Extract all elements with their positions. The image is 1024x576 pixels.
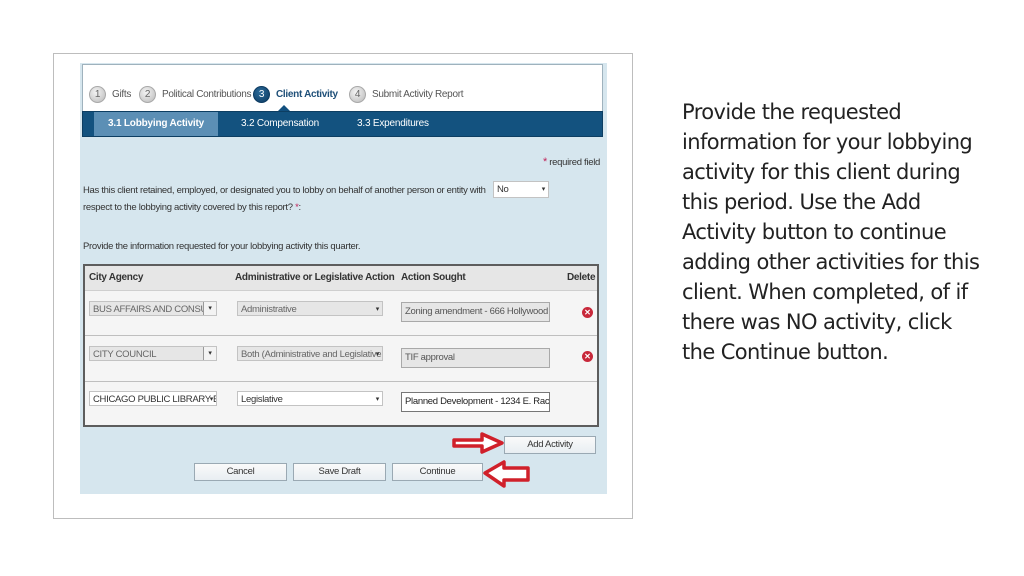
arrow-right-icon [452,432,504,454]
representation-select[interactable]: No ▾ [493,181,549,198]
step-number: 3 [253,86,270,103]
header-delete: Delete [567,272,596,283]
city-agency-select[interactable]: BUS AFFAIRS AND CONSUME ▾ [89,301,217,316]
city-agency-value: CITY COUNCIL [93,349,157,360]
instruction-paragraph: Provide the requested information for yo… [682,100,980,364]
representation-question: Has this client retained, employed, or d… [83,182,493,216]
table-header: City Agency Administrative or Legislativ… [85,266,597,291]
subtab-compensation[interactable]: 3.2 Compensation [227,112,333,136]
step-label: Client Activity [276,89,338,100]
subtab-expenditures[interactable]: 3.3 Expenditures [343,112,443,136]
chevron-down-icon: ▾ [203,347,216,360]
table-row: CHICAGO PUBLIC LIBRARY B( ▾ Legislative … [85,382,597,427]
question-suffix: : [298,202,302,213]
lobbying-activity-table: City Agency Administrative or Legislativ… [83,264,599,427]
step-label: Gifts [112,89,132,100]
step-client-activity[interactable]: 3 Client Activity [253,86,338,103]
representation-select-value: No [497,184,509,195]
action-sought-input[interactable]: Zoning amendment - 666 Hollywood Rd [401,302,550,322]
sub-navigation: 3.1 Lobbying Activity 3.2 Compensation 3… [82,111,603,137]
chevron-down-icon: ▾ [541,186,546,193]
city-agency-value: CHICAGO PUBLIC LIBRARY B( [93,394,217,405]
step-number: 2 [139,86,156,103]
chevron-down-icon: ▾ [209,396,214,403]
delete-row-icon[interactable]: ✕ [582,307,593,318]
table-row: BUS AFFAIRS AND CONSUME ▾ Administrative… [85,290,597,336]
step-gifts[interactable]: 1 Gifts [89,86,131,103]
city-agency-select[interactable]: CITY COUNCIL ▾ [89,346,217,361]
lobbyist-app: 1 Gifts 2 Political Contributions 3 Clie… [80,63,607,494]
cancel-button[interactable]: Cancel [194,463,287,481]
step-label: Political Contributions [162,89,252,100]
city-agency-select[interactable]: CHICAGO PUBLIC LIBRARY B( ▾ [89,391,217,406]
header-action-type: Administrative or Legislative Action [235,272,395,283]
required-star: * [542,156,547,168]
action-type-value: Both (Administrative and Legislative [241,349,382,360]
delete-row-icon[interactable]: ✕ [582,351,593,362]
add-activity-button[interactable]: Add Activity [504,436,596,454]
action-type-select[interactable]: Both (Administrative and Legislative ▾ [237,346,383,361]
subtab-lobbying-activity[interactable]: 3.1 Lobbying Activity [94,112,219,136]
instruction-text: Provide the requested information for yo… [682,97,982,367]
table-row: CITY COUNCIL ▾ Both (Administrative and … [85,336,597,382]
step-number: 1 [89,86,106,103]
action-type-value: Administrative [241,304,297,315]
arrow-left-icon [483,460,530,488]
step-label: Submit Activity Report [372,89,464,100]
chevron-down-icon: ▾ [375,306,380,313]
step-political-contributions[interactable]: 2 Political Contributions [139,86,252,103]
wizard-steps: 1 Gifts 2 Political Contributions 3 Clie… [82,64,603,113]
required-label: required field [549,157,600,168]
question-line-2: respect to the lobbying activity covered… [83,202,293,213]
question-line-1: Has this client retained, employed, or d… [83,185,486,196]
required-field-note: * required field [543,156,600,168]
action-type-value: Legislative [241,394,283,405]
step-submit-activity-report[interactable]: 4 Submit Activity Report [349,86,464,103]
chevron-down-icon: ▾ [375,396,380,403]
header-city-agency: City Agency [89,272,144,283]
city-agency-value: BUS AFFAIRS AND CONSUME [93,304,217,315]
header-action-sought: Action Sought [401,272,466,283]
action-sought-input[interactable]: TIF approval [401,348,550,368]
continue-button[interactable]: Continue [392,463,483,481]
action-type-select[interactable]: Administrative ▾ [237,301,383,316]
save-draft-button[interactable]: Save Draft [293,463,386,481]
chevron-down-icon: ▾ [375,351,380,358]
action-type-select[interactable]: Legislative ▾ [237,391,383,406]
step-number: 4 [349,86,366,103]
action-sought-input[interactable]: Planned Development - 1234 E. Racine [401,392,550,412]
activity-intro: Provide the information requested for yo… [83,241,361,252]
chevron-down-icon: ▾ [203,302,216,315]
